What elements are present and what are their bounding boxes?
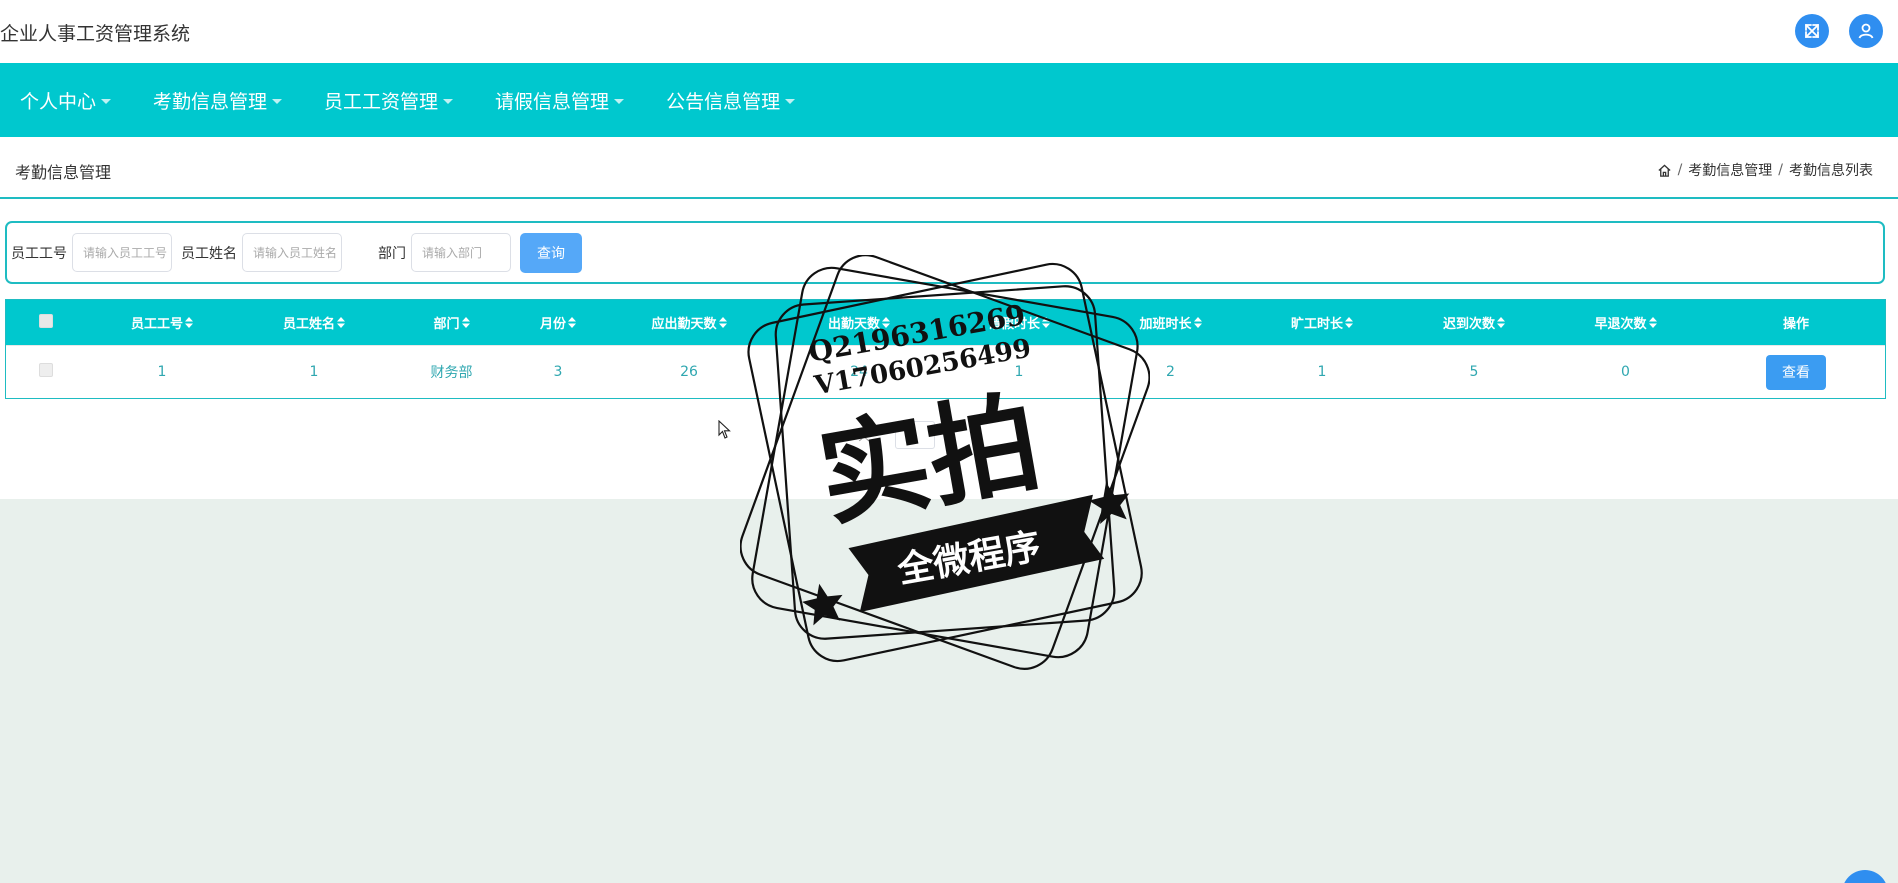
page-title: 考勤信息管理 bbox=[15, 163, 112, 182]
breadcrumb-current: 考勤信息列表 bbox=[1789, 163, 1873, 179]
breadcrumb: / 考勤信息管理 / 考勤信息列表 bbox=[1657, 160, 1873, 180]
back-to-top-button[interactable] bbox=[1842, 870, 1888, 883]
caret-down-icon bbox=[785, 98, 796, 104]
nav-item-label: 考勤信息管理 bbox=[153, 90, 268, 113]
action-cell: 查看 bbox=[1701, 354, 1891, 390]
row-checkbox[interactable] bbox=[39, 363, 53, 377]
column-header-label: 部门 bbox=[433, 317, 460, 332]
table-cell: 1 bbox=[309, 364, 319, 380]
sort-icon[interactable] bbox=[1648, 317, 1657, 332]
caret-down-icon bbox=[443, 98, 454, 104]
table-cell: 1 bbox=[157, 364, 167, 380]
column-header[interactable]: 员工姓名 bbox=[238, 313, 390, 332]
search-label-employee-name: 员工姓名 bbox=[181, 245, 237, 262]
column-header-label: 应出勤天数 bbox=[651, 317, 717, 332]
sort-icon[interactable] bbox=[1345, 317, 1353, 332]
employee-name-input[interactable] bbox=[242, 233, 342, 272]
table-cell: 3 bbox=[553, 364, 563, 380]
department-input[interactable] bbox=[411, 233, 511, 272]
sort-icon[interactable] bbox=[461, 317, 470, 332]
main-nav: 个人中心 考勤信息管理 员工工资管理 请假信息管理 公告信息管理 bbox=[0, 63, 1898, 137]
sort-icon[interactable] bbox=[568, 317, 576, 332]
watermark-stamp: Q2196316269 V17060256499 实拍 全微程序 bbox=[740, 255, 1150, 670]
column-header-label: 员工姓名 bbox=[282, 317, 335, 332]
top-bar: 企业人事工资管理系统 bbox=[0, 0, 1898, 63]
nav-item-personal-center[interactable]: 个人中心 bbox=[20, 87, 112, 114]
column-header-actions: 操作 bbox=[1701, 313, 1891, 332]
column-header-label: 月份 bbox=[539, 317, 566, 332]
caret-down-icon bbox=[101, 98, 112, 104]
view-button[interactable]: 查看 bbox=[1766, 354, 1826, 390]
sort-icon[interactable] bbox=[337, 317, 345, 332]
nav-item-salary[interactable]: 员工工资管理 bbox=[324, 87, 454, 114]
search-button[interactable]: 查询 bbox=[520, 232, 582, 273]
nav-item-label: 个人中心 bbox=[20, 90, 97, 113]
sort-icon[interactable] bbox=[1193, 317, 1202, 332]
table-cell: 5 bbox=[1469, 364, 1479, 380]
app-title: 企业人事工资管理系统 bbox=[0, 23, 191, 45]
column-header-label: 迟到次数 bbox=[1442, 317, 1495, 332]
caret-down-icon bbox=[614, 98, 625, 104]
mouse-cursor-icon bbox=[718, 420, 731, 439]
column-header-label: 早退次数 bbox=[1594, 317, 1647, 332]
column-header-label: 员工工号 bbox=[130, 317, 183, 332]
table-cell: 财务部 bbox=[430, 365, 473, 381]
nav-item-attendance[interactable]: 考勤信息管理 bbox=[153, 87, 283, 114]
search-label-department: 部门 bbox=[378, 245, 406, 262]
nav-item-notice[interactable]: 公告信息管理 bbox=[666, 87, 796, 114]
column-header[interactable]: 早退次数 bbox=[1550, 313, 1701, 332]
breadcrumb-separator: / bbox=[1677, 162, 1683, 178]
table-cell: 0 bbox=[1621, 364, 1630, 380]
column-header[interactable]: 迟到次数 bbox=[1398, 313, 1550, 332]
breadcrumb-separator: / bbox=[1778, 162, 1783, 178]
column-header-label: 操作 bbox=[1782, 317, 1809, 332]
column-header-label: 旷工时长 bbox=[1290, 317, 1343, 332]
nav-item-label: 请假信息管理 bbox=[495, 90, 610, 113]
fullscreen-icon[interactable] bbox=[1795, 14, 1829, 48]
nav-item-leave[interactable]: 请假信息管理 bbox=[495, 87, 625, 114]
column-header[interactable]: 旷工时长 bbox=[1246, 313, 1398, 332]
user-icon[interactable] bbox=[1849, 14, 1883, 48]
column-header[interactable]: 部门 bbox=[390, 313, 513, 332]
caret-down-icon bbox=[272, 98, 283, 104]
column-header[interactable]: 月份 bbox=[513, 313, 603, 332]
table-cell: 1 bbox=[1317, 364, 1327, 380]
select-all-cell bbox=[6, 313, 86, 332]
sort-icon[interactable] bbox=[1497, 317, 1505, 332]
nav-item-label: 公告信息管理 bbox=[666, 90, 781, 113]
nav-item-label: 员工工资管理 bbox=[324, 90, 439, 113]
column-header[interactable]: 员工工号 bbox=[86, 313, 238, 332]
sort-icon[interactable] bbox=[185, 317, 193, 332]
sort-icon[interactable] bbox=[718, 317, 727, 332]
employee-id-input[interactable] bbox=[72, 233, 172, 272]
home-icon[interactable] bbox=[1657, 163, 1672, 178]
row-select-cell bbox=[6, 363, 86, 381]
search-label-employee-id: 员工工号 bbox=[11, 245, 67, 262]
breadcrumb-item[interactable]: 考勤信息管理 bbox=[1688, 160, 1772, 180]
select-all-checkbox[interactable] bbox=[39, 313, 53, 328]
page-header: 考勤信息管理 / 考勤信息管理 / 考勤信息列表 bbox=[0, 137, 1898, 199]
